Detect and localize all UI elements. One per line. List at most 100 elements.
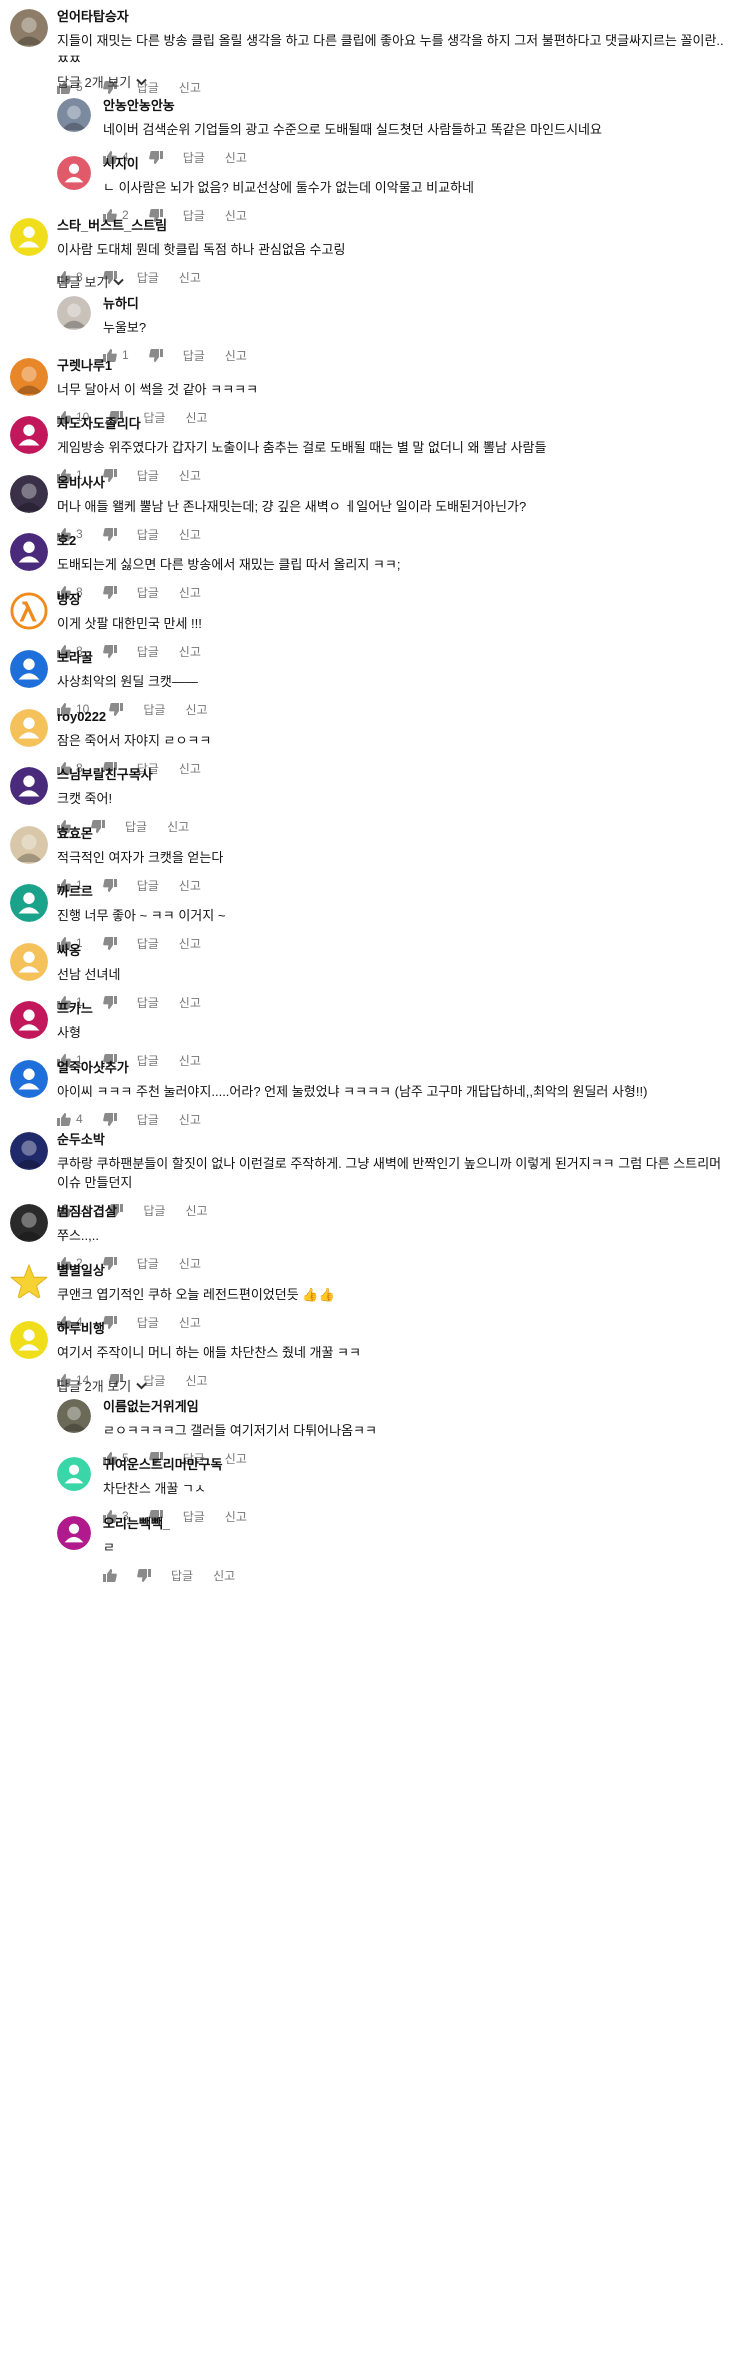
like-button[interactable]: 4 (57, 1112, 83, 1126)
avatar[interactable] (10, 9, 48, 47)
comment-text: 사상최악의 원딜 크캣—— (57, 674, 198, 689)
view-replies-button[interactable]: 답글 보기 (57, 272, 125, 291)
avatar[interactable] (10, 1001, 48, 1039)
author-name[interactable]: 호2 (57, 532, 732, 550)
avatar[interactable] (10, 709, 48, 747)
view-replies-label: 답글 2개 보기 (57, 75, 132, 90)
avatar[interactable] (57, 296, 91, 330)
author-name[interactable]: 하루비행 (57, 1320, 732, 1338)
view-replies-button[interactable]: 답글 2개 보기 (57, 1376, 147, 1395)
reply-button[interactable]: 답글 (171, 1567, 193, 1584)
report-button[interactable]: 신고 (213, 1567, 235, 1584)
author-name[interactable]: 스님부랄친구목사 (57, 766, 732, 784)
comment-text: 크캣 죽어! (57, 791, 113, 806)
view-replies-button[interactable]: 답글 2개 보기 (57, 72, 147, 91)
avatar[interactable] (10, 826, 48, 864)
comment-text: 도배되는게 싫으면 다른 방송에서 재밌는 클립 따서 올리지 ㅋㅋ; (57, 557, 401, 572)
chevron-down-icon (131, 78, 147, 86)
author-name[interactable]: 스타_버스트_스트림 (57, 217, 732, 235)
comment-text: 쿠앤크 엽기적인 쿠하 오늘 레전드편이었던듯 👍👍 (57, 1287, 335, 1302)
comment-text: 잠은 죽어서 자야지 ㄹㅇㅋㅋ (57, 733, 212, 748)
comment-body: 프카느 사형 1 답글 신고 (57, 1000, 732, 1068)
author-name[interactable]: 효효몬 (57, 825, 732, 843)
avatar[interactable] (10, 533, 48, 571)
comment-text: 지들이 재밋는 다른 방송 클립 올릴 생각을 하고 다른 클립에 좋아요 누를… (57, 33, 724, 67)
comment-text: 쿠하랑 쿠하팬분들이 할짓이 없나 이런걸로 주작하게. 그냥 새벽에 반짝인기… (57, 1156, 722, 1190)
author-name[interactable]: 귀여운스트리머만구독 (103, 1456, 732, 1474)
comment-body: 얼죽아샷추가 아이씨 ㅋㅋㅋ 주천 눌러야지.....어라? 언제 눌렀었냐 ㅋㅋ… (57, 1059, 732, 1127)
author-name[interactable]: 까르르 (57, 883, 732, 901)
avatar[interactable] (10, 1263, 48, 1301)
author-name[interactable]: 프카느 (57, 1000, 732, 1018)
comment-text: 사형 (57, 1025, 81, 1040)
avatar[interactable] (10, 1204, 48, 1242)
author-name[interactable]: 방장 (57, 591, 732, 609)
author-name[interactable]: 얻어타탑승자 (57, 8, 732, 26)
avatar[interactable] (10, 767, 48, 805)
like-button[interactable] (103, 1568, 117, 1582)
author-name[interactable]: 시지이 (103, 155, 732, 173)
comment-actions: 14 답글 신고 (57, 1372, 732, 1388)
avatar[interactable] (10, 475, 48, 513)
author-name[interactable]: 옴비사사 (57, 474, 732, 492)
report-button[interactable]: 신고 (179, 269, 201, 286)
comment-body: 범짐삼겹살 쭈스..,.. 2 답글 신고 (57, 1203, 732, 1271)
report-button[interactable]: 신고 (179, 1111, 201, 1128)
author-name[interactable]: 뉴하디 (103, 295, 732, 313)
comment-text: 게임방송 위주였다가 갑자기 노출이나 춤추는 걸로 도배될 때는 별 말 없더… (57, 440, 547, 455)
avatar[interactable] (10, 1060, 48, 1098)
comment-body: 스타_버스트_스트림 이사람 도대체 뭔데 핫클립 독점 하나 관심없음 수고링 8… (57, 217, 732, 285)
avatar[interactable] (57, 1516, 91, 1550)
comment-body: 얻어타탑승자지들이 재밋는 다른 방송 클립 올릴 생각을 하고 다른 클립에 … (57, 8, 732, 95)
author-name[interactable]: roy0222 (57, 708, 732, 726)
avatar[interactable] (10, 218, 48, 256)
avatar[interactable] (10, 1132, 48, 1170)
avatar[interactable] (10, 650, 48, 688)
avatar[interactable] (10, 884, 48, 922)
comment-text: 진행 너무 좋아 ~ ㅋㅋ 이거지 ~ (57, 908, 226, 923)
comment-text: 네이버 검색순위 기업들의 광고 수준으로 도배될때 실드쳣던 사람들하고 똑같… (103, 122, 602, 137)
author-name[interactable]: 싸옹 (57, 942, 732, 960)
comment-text: 머나 애들 왤케 뿔남 난 존나재밋는데; 걍 깊은 새벽ㅇ ㅔ일어난 일이라 … (57, 499, 527, 514)
author-name[interactable]: 얼죽아샷추가 (57, 1059, 732, 1077)
dislike-button[interactable] (137, 1568, 151, 1582)
author-name[interactable]: 순두소박 (57, 1131, 732, 1149)
comment-text: ㄹ (103, 1540, 115, 1555)
avatar[interactable] (10, 1321, 48, 1359)
chevron-down-icon (108, 278, 125, 286)
comment-text: 여기서 주작이니 머니 하는 애들 차단찬스 줬네 개꿀 ㅋㅋ (57, 1345, 361, 1360)
avatar[interactable] (57, 1457, 91, 1491)
author-name[interactable]: 구렛나루1 (57, 357, 732, 375)
avatar[interactable] (10, 358, 48, 396)
report-button[interactable]: 신고 (179, 79, 201, 96)
avatar[interactable] (10, 416, 48, 454)
view-replies-label: 답글 2개 보기 (57, 1379, 132, 1394)
comment-actions: 5 답글 신고 (57, 79, 732, 95)
comment-body: 호2 도배되는게 싫으면 다른 방송에서 재밌는 클립 따서 올리지 ㅋㅋ; 8 답글… (57, 532, 732, 600)
avatar[interactable] (57, 1399, 91, 1433)
avatar[interactable] (57, 156, 91, 190)
comment-text: 쭈스..,.. (57, 1228, 99, 1243)
avatar[interactable] (57, 98, 91, 132)
reply-button[interactable]: 답글 (137, 1111, 159, 1128)
author-name[interactable]: 자도자도졸리다 (57, 415, 732, 433)
comment-text: ㄹㅇㅋㅋㅋㅋ그 갤러들 여기저기서 다튀어나옴ㅋㅋ (103, 1423, 377, 1438)
reply-button[interactable]: 답글 (137, 269, 159, 286)
author-name[interactable]: 이름없는거위게임 (103, 1398, 732, 1416)
comment-actions: 8 답글 신고 (57, 269, 732, 285)
comment-text: 이사람 도대체 뭔데 핫클립 독점 하나 관심없음 수고링 (57, 242, 346, 257)
avatar[interactable] (10, 943, 48, 981)
author-name[interactable]: 별별일상 (57, 1262, 732, 1280)
report-button[interactable]: 신고 (185, 1372, 207, 1389)
avatar[interactable] (10, 592, 48, 630)
author-name[interactable]: 범짐삼겹살 (57, 1203, 732, 1221)
author-name[interactable]: 보라꿀 (57, 649, 732, 667)
author-name[interactable]: 안농안농안농 (103, 97, 732, 115)
comment-text: 이게 삿팔 대한민국 만세 !!! (57, 616, 202, 631)
dislike-button[interactable] (102, 1112, 117, 1126)
comment-body: 귀여운스트리머만구독 차단찬스 개꿀 ㄱㅅ 3 답글 신고 (103, 1456, 732, 1524)
comment-text: 너무 달아서 이 썩을 것 같아 ㅋㅋㅋㅋ (57, 382, 259, 397)
author-name[interactable]: 오리는빽빽_ (103, 1515, 732, 1533)
comment-body: 까르르 진행 너무 좋아 ~ ㅋㅋ 이거지 ~1 답글 신고 (57, 883, 732, 951)
comment-text: 선남 선녀네 (57, 967, 121, 982)
